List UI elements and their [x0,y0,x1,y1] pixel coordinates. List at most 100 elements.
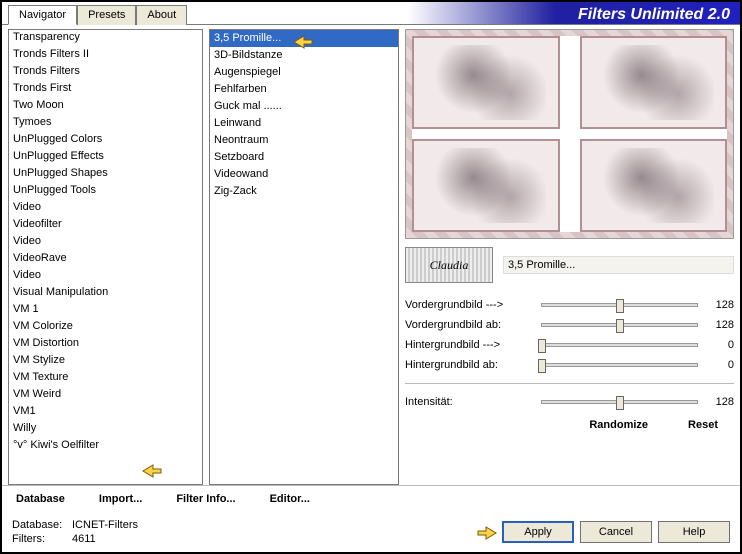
param-row: Vordergrundbild ab:128 [405,315,734,335]
import-button[interactable]: Import... [91,490,150,508]
category-item[interactable]: Two Moon [9,97,202,114]
main-area: TransparencyTronds Filters IITronds Filt… [2,25,740,485]
category-item[interactable]: VM Colorize [9,318,202,335]
param-value: 0 [704,359,734,371]
current-filter-name: 3,5 Promille... [503,256,734,274]
reset-button[interactable]: Reset [680,416,726,434]
filter-item[interactable]: Setzboard [210,149,398,166]
db-label: Database: [12,518,72,532]
category-item[interactable]: Video [9,267,202,284]
slider-thumb[interactable] [616,319,624,333]
param-slider[interactable] [541,303,698,307]
separator [405,383,734,384]
param-row: Vordergrundbild ---> 128 [405,295,734,315]
preview-column: Claudia 3,5 Promille... Vordergrundbild … [405,29,734,485]
category-item[interactable]: Visual Manipulation [9,284,202,301]
param-label: Vordergrundbild ---> [405,299,535,311]
filter-item[interactable]: Fehlfarben [210,81,398,98]
category-item[interactable]: Tronds Filters [9,63,202,80]
category-item[interactable]: Tymoes [9,114,202,131]
app-title: Filters Unlimited 2.0 [578,6,730,24]
cancel-button[interactable]: Cancel [580,521,652,543]
param-label: Hintergrundbild ---> [405,339,535,351]
param-label: Hintergrundbild ab: [405,359,535,371]
intensity-row: Intensität: 128 [405,392,734,412]
category-item[interactable]: VideoRave [9,250,202,267]
slider-thumb[interactable] [616,396,624,410]
category-item[interactable]: Videofilter [9,216,202,233]
category-item[interactable]: UnPlugged Effects [9,148,202,165]
tab-strip: NavigatorPresetsAbout [8,5,187,25]
randomize-button[interactable]: Randomize [581,416,656,434]
category-item[interactable]: VM 1 [9,301,202,318]
tab-presets[interactable]: Presets [77,5,136,25]
tab-about[interactable]: About [136,5,187,25]
category-item[interactable]: Tronds Filters II [9,46,202,63]
category-item[interactable]: °v° Kiwi's Oelfilter [9,437,202,454]
title-bar: NavigatorPresetsAbout Filters Unlimited … [2,2,740,24]
category-item[interactable]: Video [9,233,202,250]
category-item[interactable]: VM Texture [9,369,202,386]
slider-thumb[interactable] [538,359,546,373]
filter-column: 3,5 Promille...3D-BildstanzeAugenspiegel… [209,29,399,485]
param-value: 128 [704,299,734,311]
param-slider[interactable] [541,343,698,347]
db-value: ICNET-Filters [72,519,138,531]
intensity-label: Intensität: [405,396,535,408]
category-item[interactable]: UnPlugged Colors [9,131,202,148]
slider-thumb[interactable] [616,299,624,313]
category-column: TransparencyTronds Filters IITronds Filt… [8,29,203,485]
filter-title-row: Claudia 3,5 Promille... [405,247,734,283]
param-row: Hintergrundbild ab: 0 [405,355,734,375]
category-item[interactable]: Willy [9,420,202,437]
logo-badge: Claudia [405,247,493,283]
filter-item[interactable]: Guck mal ...... [210,98,398,115]
dialog-buttons: Apply Cancel Help [502,521,730,543]
category-item[interactable]: Transparency [9,29,202,46]
tab-navigator[interactable]: Navigator [8,5,77,25]
category-item[interactable]: UnPlugged Shapes [9,165,202,182]
param-row: Hintergrundbild ---> 0 [405,335,734,355]
filter-item[interactable]: Leinwand [210,115,398,132]
category-item[interactable]: Video [9,199,202,216]
status-info: Database:ICNET-Filters Filters:4611 [12,518,138,546]
intensity-slider[interactable] [541,400,698,404]
param-value: 0 [704,339,734,351]
category-list[interactable]: TransparencyTronds Filters IITronds Filt… [8,29,203,485]
filter-item[interactable]: 3D-Bildstanze [210,47,398,64]
category-item[interactable]: VM1 [9,403,202,420]
filters-count-value: 4611 [72,533,96,545]
category-item[interactable]: Tronds First [9,80,202,97]
preview-buttons: Randomize Reset [405,412,734,434]
preview-image [405,29,734,239]
category-item[interactable]: VM Weird [9,386,202,403]
filter-item[interactable]: Zig-Zack [210,183,398,200]
app-window: NavigatorPresetsAbout Filters Unlimited … [0,0,742,554]
preview-tile [580,36,728,129]
editor-button[interactable]: Editor... [262,490,318,508]
preview-tile [412,36,560,129]
param-value: 128 [704,319,734,331]
apply-button[interactable]: Apply [502,521,574,543]
preview-cross [560,36,580,129]
category-item[interactable]: VM Distortion [9,335,202,352]
filter-item[interactable]: Videowand [210,166,398,183]
param-slider[interactable] [541,363,698,367]
filter-info-button[interactable]: Filter Info... [168,490,243,508]
filter-item[interactable]: Neontraum [210,132,398,149]
filter-list[interactable]: 3,5 Promille...3D-BildstanzeAugenspiegel… [209,29,399,485]
intensity-value: 128 [704,396,734,408]
category-item[interactable]: VM Stylize [9,352,202,369]
database-button[interactable]: Database [8,490,73,508]
filter-item[interactable]: Augenspiegel [210,64,398,81]
hand-cursor-icon [139,459,165,481]
filters-count-label: Filters: [12,532,72,546]
status-bar: Database:ICNET-Filters Filters:4611 Appl… [2,512,740,552]
filter-item[interactable]: 3,5 Promille... [210,30,398,47]
category-item[interactable]: UnPlugged Tools [9,182,202,199]
param-slider[interactable] [541,323,698,327]
parameter-sliders: Vordergrundbild --->128Vordergrundbild a… [405,295,734,375]
slider-thumb[interactable] [538,339,546,353]
preview-cross [412,129,727,139]
help-button[interactable]: Help [658,521,730,543]
